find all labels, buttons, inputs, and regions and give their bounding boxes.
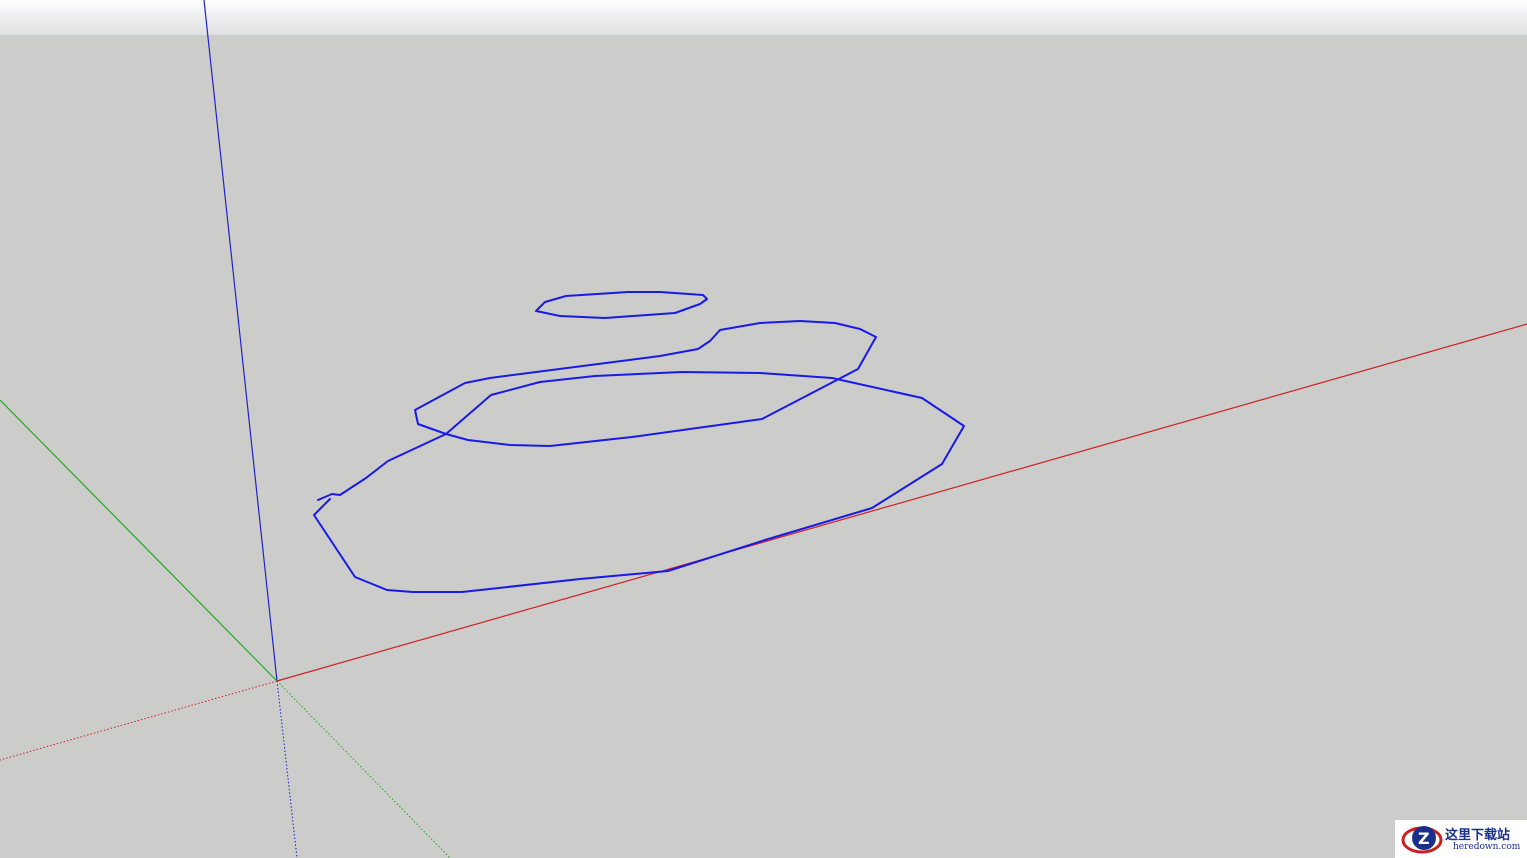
scene-canvas[interactable] (0, 0, 1527, 858)
blue-axis-negative (276, 680, 298, 858)
heredown-logo-icon: Z (1401, 826, 1443, 854)
spiral-main-stroke[interactable] (313, 320, 965, 593)
model-viewport[interactable]: Z 这里下载站 heredown.com (0, 0, 1527, 858)
watermark-url: heredown.com (1453, 842, 1521, 852)
blue-axis-positive (203, 0, 278, 682)
svg-text:Z: Z (1418, 829, 1430, 848)
red-axis-positive (276, 323, 1527, 682)
watermark-badge: Z 这里下载站 heredown.com (1395, 820, 1527, 858)
red-axis-negative (0, 680, 278, 761)
spiral-top-loop[interactable] (535, 291, 708, 319)
freehand-spiral[interactable] (313, 291, 965, 593)
green-axis-positive (0, 399, 278, 682)
watermark-title: 这里下载站 (1445, 828, 1511, 843)
green-axis-negative (276, 680, 451, 858)
